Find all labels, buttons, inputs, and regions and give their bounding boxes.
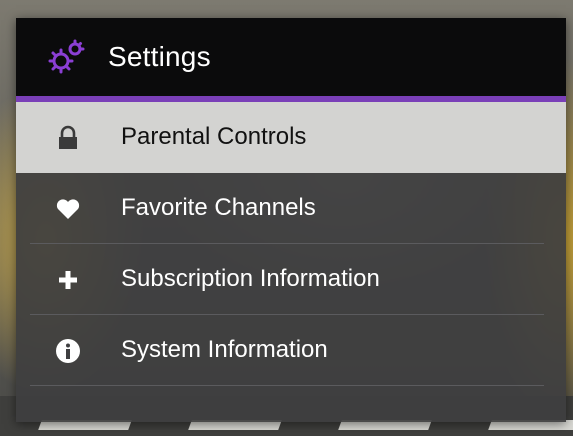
heart-icon bbox=[56, 199, 80, 219]
divider bbox=[30, 385, 544, 386]
menu-item-label: Parental Controls bbox=[121, 123, 307, 150]
menu-item-subscription-information[interactable]: Subscription Information bbox=[16, 244, 566, 315]
info-icon bbox=[56, 339, 80, 363]
menu-header: Settings bbox=[16, 18, 566, 102]
menu-item-parental-controls[interactable]: Parental Controls bbox=[16, 102, 566, 173]
gears-icon bbox=[48, 39, 85, 74]
menu-item-label: Favorite Channels bbox=[121, 194, 316, 221]
menu-item-system-information[interactable]: System Information bbox=[16, 315, 566, 386]
menu-title: Settings bbox=[108, 41, 211, 72]
menu-item-label: System Information bbox=[121, 336, 328, 363]
settings-menu: Settings Parental Controls Favorite Chan… bbox=[16, 18, 566, 422]
plus-icon bbox=[59, 271, 77, 289]
menu-item-label: Subscription Information bbox=[121, 265, 380, 292]
lock-icon bbox=[59, 125, 77, 149]
menu-item-favorite-channels[interactable]: Favorite Channels bbox=[16, 173, 566, 244]
